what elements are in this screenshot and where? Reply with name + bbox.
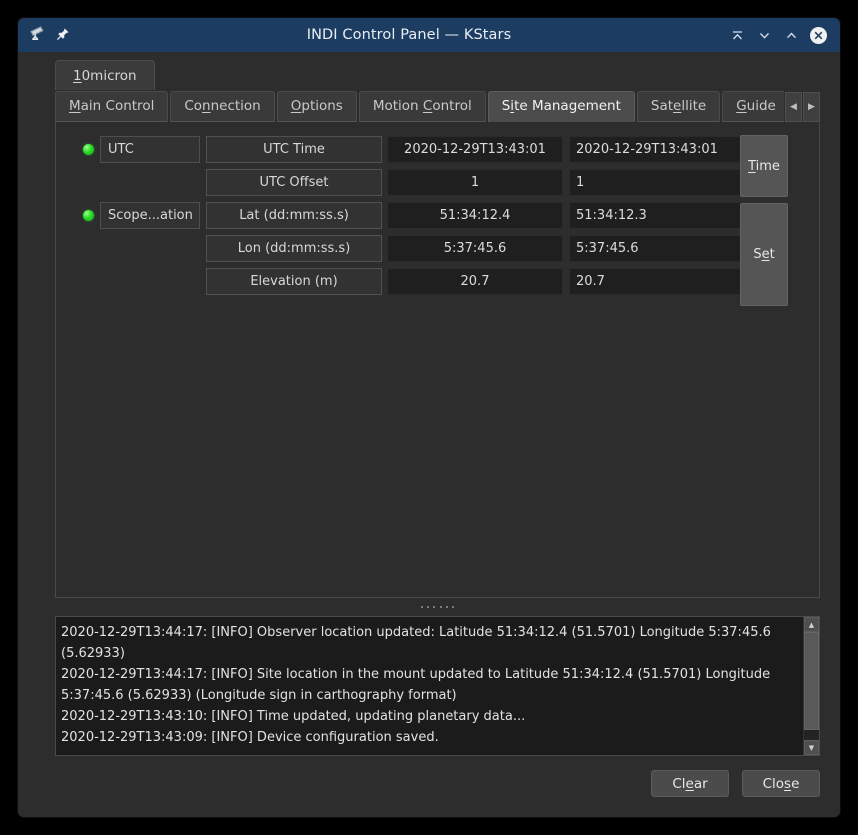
led-cell-spacer-2 — [76, 243, 100, 254]
property-input-utc-time[interactable]: 2020-12-29T13:43:01 — [569, 136, 745, 163]
title-bar: INDI Control Panel — KStars — [18, 18, 840, 52]
property-value-elevation: 20.7 — [387, 268, 563, 295]
minimize-icon[interactable] — [757, 27, 773, 44]
pin-icon[interactable] — [56, 26, 70, 45]
property-row-utc-time: UTC UTC Time 2020-12-29T13:43:01 2020-12… — [56, 135, 819, 164]
close-icon[interactable] — [810, 26, 827, 44]
property-input-longitude[interactable]: 5:37:45.6 — [569, 235, 745, 262]
title-bar-left-icons — [18, 24, 88, 46]
led-placeholder-icon — [83, 276, 94, 287]
tab-scroll-left-icon[interactable]: ◀ — [785, 92, 802, 122]
property-row-utc-offset: UTC Offset 1 1 — [56, 168, 819, 197]
scrollbar-track[interactable] — [804, 632, 819, 740]
led-cell-spacer-3 — [76, 276, 100, 287]
status-led-icon — [82, 210, 94, 221]
tab-motion-control[interactable]: Motion Control — [358, 91, 486, 122]
property-tab-bar: Main Control Connection Options Motion C… — [55, 91, 820, 122]
tab-main-control[interactable]: Main Control — [55, 91, 169, 122]
property-label-elevation: Elevation (m) — [206, 268, 382, 295]
property-action-buttons: Time Set — [740, 135, 788, 306]
tab-guide[interactable]: Guide — [722, 91, 784, 122]
window-body: 10micron Main Control Connection Options… — [18, 52, 840, 817]
set-location-button[interactable]: Set — [740, 203, 788, 306]
led-placeholder-icon — [83, 177, 94, 188]
property-row-latitude: Scope...ation Lat (dd:mm:ss.s) 51:34:12.… — [56, 201, 819, 230]
led-placeholder-icon — [83, 243, 94, 254]
property-value-utc-time: 2020-12-29T13:43:01 — [387, 136, 563, 163]
property-value-longitude: 5:37:45.6 — [387, 235, 563, 262]
property-name-spacer-3 — [100, 268, 200, 295]
device-tab-label-rest: 0micron — [81, 68, 137, 84]
led-cell-scope-location — [76, 210, 100, 221]
property-name-utc: UTC — [100, 136, 200, 163]
scroll-up-icon[interactable]: ▲ — [804, 617, 819, 632]
shade-icon[interactable] — [730, 27, 746, 44]
property-label-latitude: Lat (dd:mm:ss.s) — [206, 202, 382, 229]
property-row-longitude: Lon (dd:mm:ss.s) 5:37:45.6 5:37:45.6 — [56, 234, 819, 263]
site-management-panel: UTC UTC Time 2020-12-29T13:43:01 2020-12… — [55, 122, 820, 598]
status-led-icon — [82, 144, 94, 155]
telescope-icon — [28, 24, 46, 46]
device-tab-10micron[interactable]: 10micron — [55, 60, 155, 90]
log-line: 2020-12-29T13:43:09: [INFO] Device confi… — [61, 730, 439, 745]
indi-control-panel-window: INDI Control Panel — KStars 10micron Mai… — [17, 17, 841, 818]
tab-connection[interactable]: Connection — [170, 91, 275, 122]
clear-button[interactable]: Clear — [651, 770, 729, 797]
scroll-down-icon[interactable]: ▼ — [804, 740, 819, 755]
close-button[interactable]: Close — [742, 770, 820, 797]
device-tab-bar: 10micron — [18, 52, 840, 90]
splitter-grip-icon — [420, 605, 455, 610]
led-cell-spacer-1 — [76, 177, 100, 188]
property-input-utc-offset[interactable]: 1 — [569, 169, 745, 196]
log-line: 2020-12-29T13:43:10: [INFO] Time updated… — [61, 709, 526, 724]
maximize-icon[interactable] — [783, 27, 799, 44]
log-line: 2020-12-29T13:44:17: [INFO] Site locatio… — [61, 667, 771, 703]
property-name-spacer-2 — [100, 235, 200, 262]
property-input-latitude[interactable]: 51:34:12.3 — [569, 202, 745, 229]
tab-options[interactable]: Options — [276, 91, 357, 122]
property-tab-list: Main Control Connection Options Motion C… — [55, 91, 784, 122]
property-label-longitude: Lon (dd:mm:ss.s) — [206, 235, 382, 262]
scrollbar-thumb[interactable] — [804, 632, 819, 730]
tab-site-management[interactable]: Site Management — [487, 91, 635, 122]
log-line: 2020-12-29T13:44:17: [INFO] Observer loc… — [61, 625, 771, 661]
tab-satellite[interactable]: Satellite — [636, 91, 721, 122]
property-name-scope-location: Scope...ation — [100, 202, 200, 229]
message-log-scrollbar[interactable]: ▲ ▼ — [803, 617, 819, 755]
led-cell-utc — [76, 144, 100, 155]
device-tab-mnemonic: 1 — [73, 68, 82, 84]
window-title: INDI Control Panel — KStars — [306, 27, 512, 43]
property-grid: UTC UTC Time 2020-12-29T13:43:01 2020-12… — [56, 122, 819, 296]
panel-splitter-handle[interactable] — [55, 603, 820, 612]
dialog-footer: Clear Close — [55, 770, 820, 797]
property-row-elevation: Elevation (m) 20.7 20.7 — [56, 267, 819, 296]
tab-scroll-right-icon[interactable]: ▶ — [803, 92, 820, 122]
message-log-text[interactable]: 2020-12-29T13:44:17: [INFO] Observer loc… — [56, 617, 803, 755]
set-time-button[interactable]: Time — [740, 135, 788, 197]
property-input-elevation[interactable]: 20.7 — [569, 268, 745, 295]
property-value-utc-offset: 1 — [387, 169, 563, 196]
property-name-spacer-1 — [100, 169, 200, 196]
property-label-utc-offset: UTC Offset — [206, 169, 382, 196]
message-log-area: 2020-12-29T13:44:17: [INFO] Observer loc… — [55, 616, 820, 756]
property-label-utc-time: UTC Time — [206, 136, 382, 163]
property-value-latitude: 51:34:12.4 — [387, 202, 563, 229]
title-bar-window-controls — [730, 26, 840, 44]
